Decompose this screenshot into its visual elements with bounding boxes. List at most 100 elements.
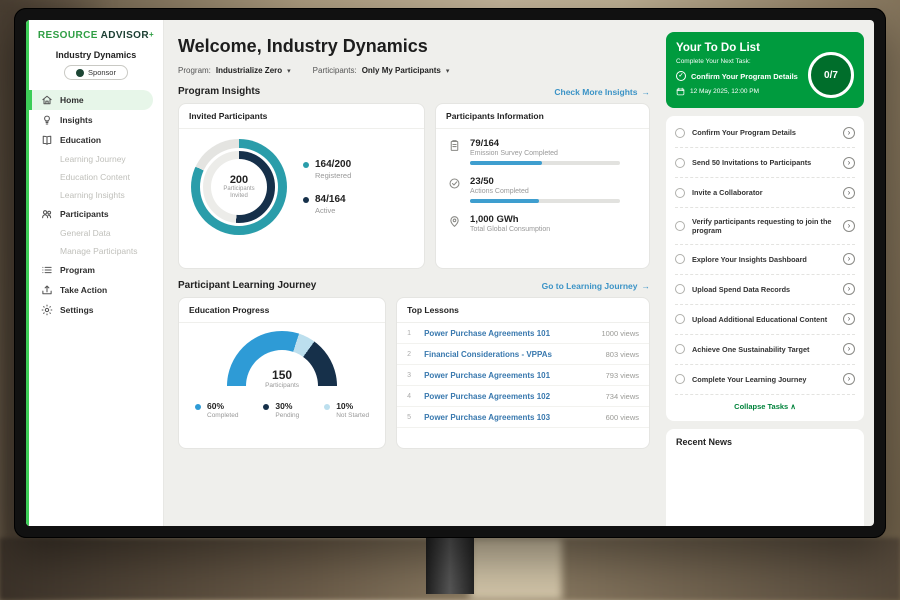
arrow-right-icon: → xyxy=(642,87,651,97)
sidebar-item-participants[interactable]: Participants xyxy=(29,204,163,224)
lesson-link[interactable]: Financial Considerations - VPPAs xyxy=(424,350,598,359)
task-checkbox[interactable] xyxy=(675,158,685,168)
task-row[interactable]: Explore Your Insights Dashboard › xyxy=(675,245,855,275)
sidebar-item-education[interactable]: Education xyxy=(29,130,163,150)
donut-center: 200 Participants Invited xyxy=(211,159,267,215)
sidebar-item-learning-journey[interactable]: Learning Journey xyxy=(29,150,163,168)
sidebar-item-settings[interactable]: Settings xyxy=(29,300,163,320)
lesson-rank: 3 xyxy=(407,372,416,379)
chevron-right-icon[interactable]: › xyxy=(843,343,855,355)
sidebar-item-education-content[interactable]: Education Content xyxy=(29,168,163,186)
task-row[interactable]: Complete Your Learning Journey › xyxy=(675,365,855,395)
insights-cards-row: Invited Participants 200 Participants In… xyxy=(178,103,650,269)
donut-center-label: Participants Invited xyxy=(217,186,261,200)
chevron-right-icon[interactable]: › xyxy=(843,157,855,169)
task-row[interactable]: Upload Spend Data Records › xyxy=(675,275,855,305)
link-label: Go to Learning Journey xyxy=(542,281,638,291)
lesson-link[interactable]: Power Purchase Agreements 103 xyxy=(424,413,598,422)
legend-item-completed: 60% Completed xyxy=(195,401,238,419)
chevron-right-icon[interactable]: › xyxy=(843,253,855,265)
todo-header-card: Your To Do List Complete Your Next Task:… xyxy=(666,32,864,108)
sidebar-item-home[interactable]: Home xyxy=(29,90,153,110)
active-ring: 200 Participants Invited xyxy=(200,148,278,226)
task-row[interactable]: Upload Additional Educational Content › xyxy=(675,305,855,335)
chevron-up-icon: ∧ xyxy=(790,402,796,411)
task-checkbox[interactable] xyxy=(675,221,685,231)
go-to-learning-journey-link[interactable]: Go to Learning Journey → xyxy=(542,281,650,291)
top-lessons-card: Top Lessons 1 Power Purchase Agreements … xyxy=(396,297,650,449)
sidebar-item-program[interactable]: Program xyxy=(29,260,163,280)
chevron-right-icon[interactable]: › xyxy=(843,127,855,139)
task-label: Achieve One Sustainability Target xyxy=(692,345,836,354)
stat-label: Actions Completed xyxy=(470,188,620,195)
monitor-stand xyxy=(426,536,474,594)
org-name: Industry Dynamics xyxy=(29,50,163,60)
task-checkbox[interactable] xyxy=(675,188,685,198)
donut-center-value: 200 xyxy=(230,174,248,186)
task-checkbox[interactable] xyxy=(675,314,685,324)
sidebar-item-learning-insights[interactable]: Learning Insights xyxy=(29,186,163,204)
sponsor-label: Sponsor xyxy=(88,68,116,77)
task-row[interactable]: Invite a Collaborator › xyxy=(675,178,855,208)
lesson-link[interactable]: Power Purchase Agreements 101 xyxy=(424,371,598,380)
filters-row: Program: Industrialize Zero ▾ Participan… xyxy=(178,66,650,75)
chevron-right-icon[interactable]: › xyxy=(843,373,855,385)
legend-value: 84/164 xyxy=(315,194,346,205)
book-icon xyxy=(41,134,53,146)
monitor: RESOURCE ADVISOR+ Industry Dynamics Spon… xyxy=(14,8,886,538)
list-icon xyxy=(41,264,53,276)
sidebar-item-label: Education Content xyxy=(60,172,130,182)
lesson-views: 803 views xyxy=(606,350,639,359)
lesson-views: 1000 views xyxy=(601,329,639,338)
sidebar-item-take-action[interactable]: Take Action xyxy=(29,280,163,300)
participants-filter[interactable]: Participants: Only My Participants ▾ xyxy=(313,66,450,75)
lesson-link[interactable]: Power Purchase Agreements 102 xyxy=(424,392,598,401)
sidebar-item-label: General Data xyxy=(60,228,111,238)
sidebar-item-general-data[interactable]: General Data xyxy=(29,224,163,242)
stat-label: Emission Survey Completed xyxy=(470,150,620,157)
learning-journey-header: Participant Learning Journey Go to Learn… xyxy=(178,280,650,291)
progress-bar xyxy=(470,199,620,203)
task-label: Confirm Your Program Details xyxy=(692,128,836,137)
lesson-views: 734 views xyxy=(606,392,639,401)
legend-dot xyxy=(324,404,330,410)
app-logo: RESOURCE ADVISOR+ xyxy=(29,30,163,41)
task-checkbox[interactable] xyxy=(675,344,685,354)
lesson-link[interactable]: Power Purchase Agreements 101 xyxy=(424,329,593,338)
stat-value: 79/164 xyxy=(470,138,620,149)
lesson-row: 2 Financial Considerations - VPPAs 803 v… xyxy=(397,344,649,365)
chevron-right-icon[interactable]: › xyxy=(843,313,855,325)
todo-progress-value: 0/7 xyxy=(824,70,838,81)
page-title: Welcome, Industry Dynamics xyxy=(178,36,650,57)
check-more-insights-link[interactable]: Check More Insights → xyxy=(554,87,650,97)
check-circle-icon xyxy=(448,177,461,190)
task-row[interactable]: Achieve One Sustainability Target › xyxy=(675,335,855,365)
legend-value: 30% xyxy=(275,401,299,411)
chevron-down-icon: ▾ xyxy=(446,67,450,75)
gauge-label: Participants xyxy=(265,382,299,389)
calendar-icon xyxy=(676,87,685,96)
lesson-row: 3 Power Purchase Agreements 101 793 view… xyxy=(397,365,649,386)
task-checkbox[interactable] xyxy=(675,284,685,294)
sidebar-item-label: Participants xyxy=(60,209,109,219)
location-pin-icon xyxy=(448,215,461,228)
chevron-right-icon[interactable]: › xyxy=(843,283,855,295)
task-checkbox[interactable] xyxy=(675,128,685,138)
chevron-right-icon[interactable]: › xyxy=(843,187,855,199)
sidebar-item-label: Program xyxy=(60,265,95,275)
sidebar-item-label: Education xyxy=(60,135,101,145)
sidebar-item-manage-participants[interactable]: Manage Participants xyxy=(29,242,163,260)
collapse-tasks-button[interactable]: Collapse Tasks ∧ xyxy=(675,395,855,419)
program-filter[interactable]: Program: Industrialize Zero ▾ xyxy=(178,66,291,75)
stat-label: Total Global Consumption xyxy=(470,226,550,233)
chevron-right-icon[interactable]: › xyxy=(843,220,855,232)
program-filter-value: Industrialize Zero xyxy=(216,66,282,75)
sidebar-item-insights[interactable]: Insights xyxy=(29,110,163,130)
task-row[interactable]: Confirm Your Program Details › xyxy=(675,118,855,148)
task-row[interactable]: Send 50 Invitations to Participants › xyxy=(675,148,855,178)
task-checkbox[interactable] xyxy=(675,374,685,384)
people-icon xyxy=(41,208,53,220)
stat-emission-survey: 79/164 Emission Survey Completed xyxy=(448,138,637,165)
task-checkbox[interactable] xyxy=(675,254,685,264)
task-row[interactable]: Verify participants requesting to join t… xyxy=(675,208,855,245)
